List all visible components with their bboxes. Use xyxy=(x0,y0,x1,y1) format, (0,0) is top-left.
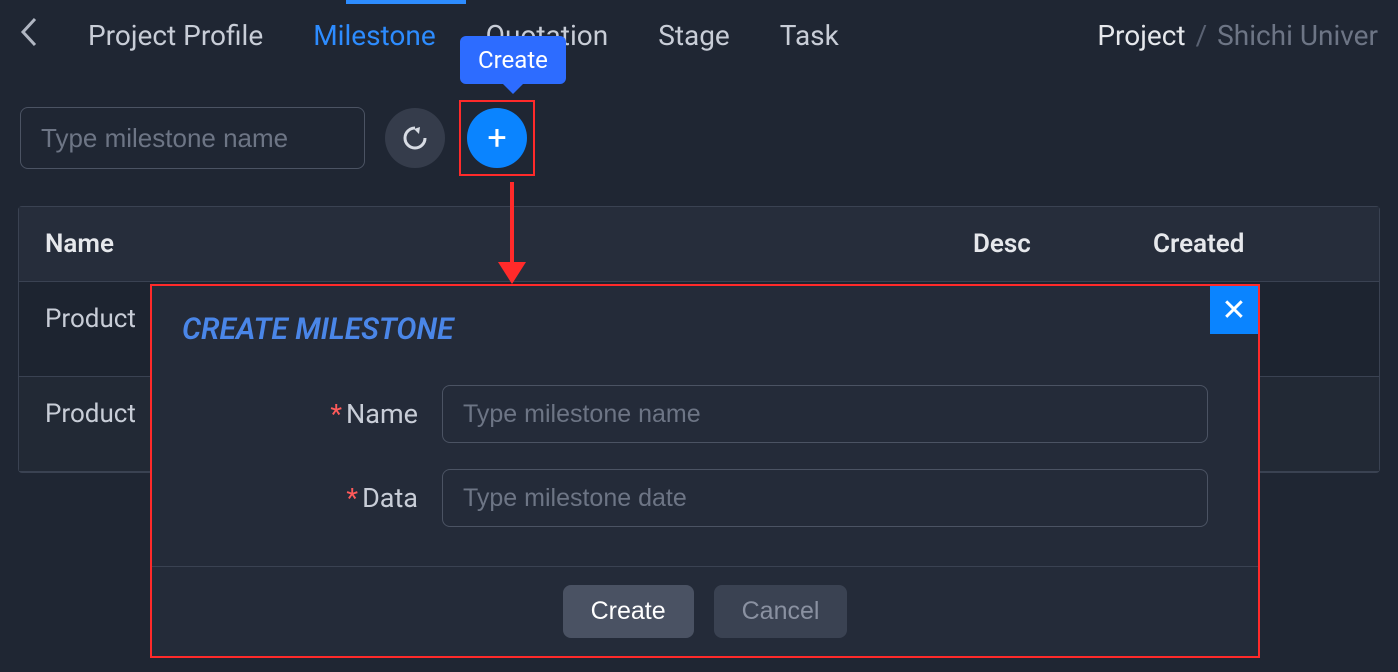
plus-icon: + xyxy=(487,118,506,158)
data-field-label: *Data xyxy=(202,482,442,514)
breadcrumb: Project / Shichi Univer xyxy=(1097,19,1378,52)
create-milestone-modal: CREATE MILESTONE ✕ *Name *Data Create Ca… xyxy=(150,284,1260,658)
back-button[interactable] xyxy=(20,17,38,54)
refresh-button[interactable] xyxy=(385,108,445,168)
column-header-name[interactable]: Name xyxy=(45,229,973,259)
close-icon: ✕ xyxy=(1221,293,1246,328)
milestone-date-input[interactable] xyxy=(442,469,1208,527)
breadcrumb-current: Shichi Univer xyxy=(1217,19,1378,52)
tab-stage[interactable]: Stage xyxy=(658,19,730,52)
milestone-search-input[interactable] xyxy=(20,107,365,169)
name-field-label: *Name xyxy=(202,398,442,430)
modal-cancel-button[interactable]: Cancel xyxy=(714,585,848,638)
create-tooltip: Create xyxy=(460,36,566,84)
modal-create-button[interactable]: Create xyxy=(563,585,694,638)
milestone-name-input[interactable] xyxy=(442,385,1208,443)
refresh-icon xyxy=(400,123,430,153)
modal-close-button[interactable]: ✕ xyxy=(1210,286,1258,334)
tab-task[interactable]: Task xyxy=(780,19,839,52)
breadcrumb-separator: / xyxy=(1196,19,1208,52)
column-header-created[interactable]: Created xyxy=(1153,229,1353,259)
column-header-desc[interactable]: Desc xyxy=(973,229,1153,259)
create-milestone-button[interactable]: + xyxy=(467,108,527,168)
annotation-arrow xyxy=(510,182,526,284)
tab-project-profile[interactable]: Project Profile xyxy=(88,19,263,52)
breadcrumb-root[interactable]: Project xyxy=(1097,19,1185,52)
tab-milestone[interactable]: Milestone xyxy=(313,19,436,52)
modal-title: CREATE MILESTONE xyxy=(182,312,1228,347)
